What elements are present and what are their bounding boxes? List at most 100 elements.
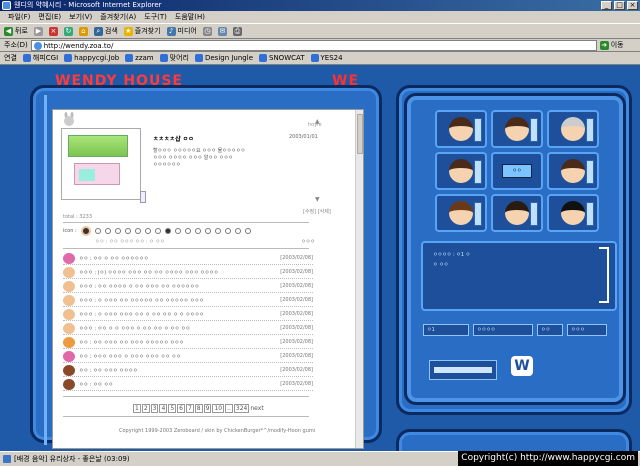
avatar [63, 294, 75, 306]
stop-icon[interactable]: × [48, 26, 58, 36]
comment-input[interactable]: ㅇㅇ : ㅇㅇ ㅇㅇㅇ ㅇㅇ : ㅇ ㅇㅇ [95, 238, 165, 245]
page-link[interactable]: 324 [233, 404, 250, 413]
favorites-button[interactable]: ★ 즐겨찾기 [123, 26, 161, 36]
page-link[interactable]: 6 [177, 404, 185, 413]
character-cell[interactable] [491, 194, 543, 232]
minimize-button[interactable]: _ [601, 1, 612, 10]
w-logo[interactable]: W [511, 356, 533, 376]
selected-face-icon [80, 226, 91, 236]
history-icon[interactable]: ◷ [202, 26, 212, 36]
character-face-icon [561, 159, 585, 183]
web-viewport: WENDY HOUSE WE ㅇㅇ ㅇㅇㅇㅇ : ㅇ1 ㅇ ㅇ ㅇㅇ ㅇ1 ㅇㅇ… [0, 65, 640, 451]
character-tag [474, 118, 482, 142]
popup-scrollbar[interactable] [355, 110, 363, 448]
forward-button[interactable]: ▶ [33, 26, 43, 36]
icon-radio[interactable] [94, 228, 101, 234]
back-button[interactable]: ◀ 뒤로 [4, 26, 28, 36]
icon-radio[interactable] [154, 228, 161, 234]
scrollbar-thumb[interactable] [357, 114, 363, 154]
icon-radio[interactable] [114, 228, 121, 234]
comment-date: [2003/02/08] [280, 381, 313, 387]
page-link[interactable]: 1 [133, 404, 141, 413]
page-link[interactable]: 2 [141, 404, 150, 413]
maximize-button[interactable]: □ [614, 1, 625, 10]
link-happycgi[interactable]: 해피CGI [22, 53, 58, 63]
menubar: 파일(F) 편집(E) 보기(V) 즐겨찾기(A) 도구(T) 도움말(H) [0, 11, 640, 24]
page-link[interactable]: 7 [185, 404, 194, 413]
link-happycgi-job[interactable]: happycgi.Job [64, 54, 119, 62]
next-page-link[interactable]: next [250, 405, 263, 412]
icon-radio[interactable] [174, 228, 181, 234]
character-face-icon [449, 201, 473, 225]
divider [63, 396, 309, 397]
close-button[interactable]: × [627, 1, 638, 10]
mail-icon[interactable]: ✉ [217, 26, 227, 36]
post-total: total : 3233 [63, 214, 93, 220]
forward-arrow-icon: ▶ [33, 26, 43, 36]
search-icon: ⌕ [93, 26, 103, 36]
icon-radio[interactable] [234, 228, 241, 234]
link-yes24[interactable]: YES24 [310, 54, 343, 62]
menu-edit[interactable]: 편집(E) [38, 11, 61, 23]
mini-player[interactable] [429, 360, 497, 380]
scroll-up-icon[interactable]: ▲ [315, 118, 320, 125]
menu-tools[interactable]: 도구(T) [144, 11, 167, 23]
print-icon[interactable]: ⎙ [232, 26, 242, 36]
icon-radio[interactable] [214, 228, 221, 234]
character-cell[interactable] [547, 194, 599, 232]
icon-radio[interactable] [104, 228, 111, 234]
icon-radio[interactable] [134, 228, 141, 234]
menu-help[interactable]: 도움말(H) [175, 11, 205, 23]
link-zzam[interactable]: zzam [125, 54, 154, 62]
character-cell[interactable] [547, 110, 599, 148]
menu-favorites[interactable]: 즐겨찾기(A) [100, 11, 136, 23]
icon-radio[interactable] [224, 228, 231, 234]
icon-radio[interactable] [244, 228, 251, 234]
home-icon[interactable]: ⌂ [78, 26, 88, 36]
icon-radio[interactable] [184, 228, 191, 234]
refresh-icon[interactable]: ↻ [63, 26, 73, 36]
page-link[interactable]: 4 [159, 404, 168, 413]
comment-text: ㅇㅇ : ㅇㅇ ㅇ ㅇㅇ ㅇㅇㅇㅇㅇㅇ [79, 255, 149, 262]
avatar [63, 364, 75, 376]
link-snowcat[interactable]: SNOWCAT [259, 54, 305, 62]
comment-submit-button[interactable]: ㅇㅇㅇ [301, 238, 315, 245]
go-button[interactable]: ➜ 이동 [599, 40, 624, 50]
comment-row: ㅇㅇ : ㅇㅇㅇ ㅇㅇㅇ ㅇ ㅇㅇㅇ ㅇㅇㅇ ㅇㅇ ㅇㅇ [2003/02/08] [63, 350, 313, 363]
page-icon [125, 54, 134, 62]
character-cell[interactable] [435, 194, 487, 232]
character-cell[interactable] [491, 110, 543, 148]
page-link[interactable]: 10 [212, 404, 225, 413]
comment-date: [2003/02/08] [280, 255, 313, 261]
comment-form: ㅇㅇ : ㅇㅇ ㅇㅇㅇ ㅇㅇ : ㅇ ㅇㅇ ㅇㅇㅇ [95, 238, 315, 245]
menu-file[interactable]: 파일(F) [8, 11, 30, 23]
icon-radio-selected[interactable] [164, 228, 171, 234]
center-button[interactable]: ㅇㅇ [502, 164, 532, 178]
page-link[interactable]: 9 [203, 404, 212, 413]
comment-row: ㅇㅇ : ㅇㅇ ㅇㅇ [2003/02/08] [63, 378, 313, 391]
address-input[interactable]: http://wendy.zoa.to/ [30, 39, 597, 51]
site-logo[interactable]: WENDY HOUSE [55, 73, 183, 89]
page-link[interactable]: 3 [150, 404, 159, 413]
page-link[interactable]: 5 [168, 404, 177, 413]
center-cell[interactable]: ㅇㅇ [491, 152, 543, 190]
icon-radio[interactable] [144, 228, 151, 234]
page-icon [33, 41, 42, 50]
post-actions[interactable]: [수정] [삭제] [303, 208, 331, 215]
avatar [63, 378, 75, 390]
character-cell[interactable] [547, 152, 599, 190]
scroll-down-icon[interactable]: ▼ [315, 196, 320, 203]
back-arrow-icon: ◀ [4, 26, 13, 36]
icon-radio[interactable] [124, 228, 131, 234]
icon-radio[interactable] [204, 228, 211, 234]
menu-view[interactable]: 보기(V) [69, 11, 92, 23]
media-button[interactable]: ♪ 미디어 [166, 26, 197, 36]
icon-radio[interactable] [194, 228, 201, 234]
link-design-jungle[interactable]: Design Jungle [194, 54, 253, 62]
character-cell[interactable] [435, 110, 487, 148]
character-cell[interactable] [435, 152, 487, 190]
search-button[interactable]: ⌕ 검색 [93, 26, 118, 36]
page-link[interactable]: 8 [194, 404, 203, 413]
post-image-frame [61, 128, 146, 203]
link-maj[interactable]: 맞어리 [159, 53, 189, 63]
